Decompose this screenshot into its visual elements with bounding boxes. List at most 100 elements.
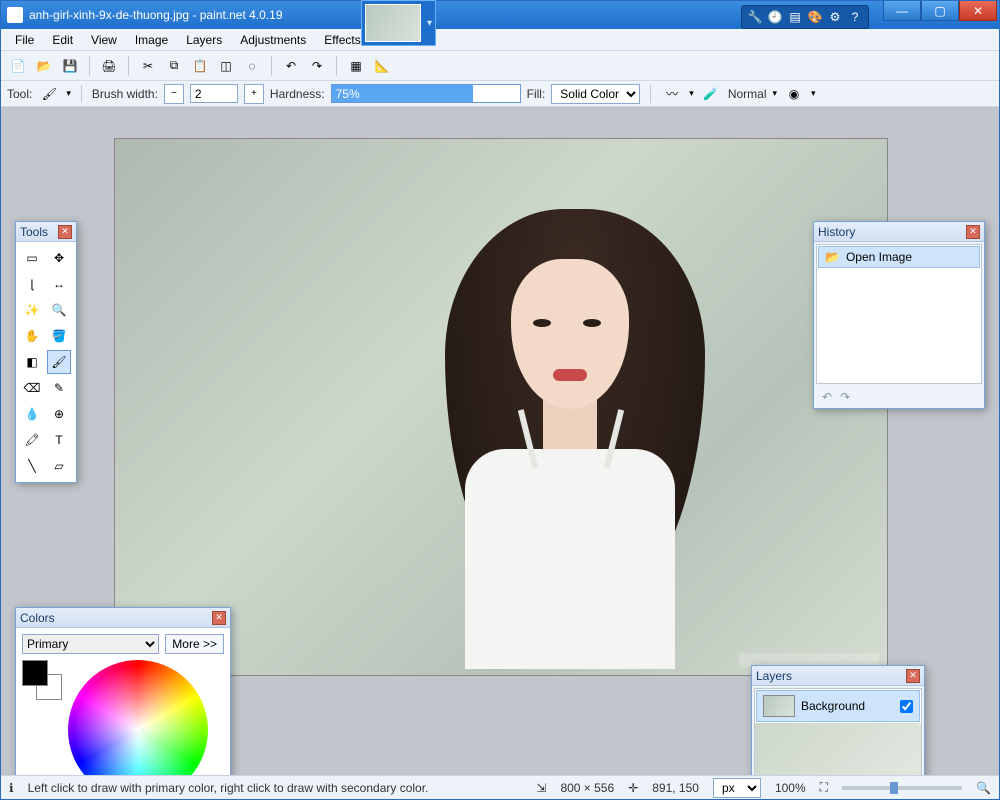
brush-width-increase[interactable]: + (244, 84, 264, 104)
tool-fill[interactable]: 🪣 (47, 324, 71, 348)
brush-width-input[interactable] (190, 84, 238, 103)
color-swatches[interactable] (22, 660, 62, 700)
hardness-label: Hardness: (270, 87, 325, 101)
app-icon (7, 7, 23, 23)
status-cursor: 891, 150 (652, 781, 699, 795)
copy-icon[interactable]: ⧉ (163, 55, 185, 77)
tool-rect-select[interactable]: ▭ (20, 246, 44, 270)
paste-icon[interactable]: 📋 (189, 55, 211, 77)
brush-width-label: Brush width: (92, 87, 158, 101)
tools-window-icon[interactable]: 🔧 (746, 8, 764, 26)
help-icon[interactable]: ? (846, 8, 864, 26)
cursor-icon: ✛ (628, 781, 638, 795)
canvas[interactable] (115, 139, 887, 675)
deselect-icon[interactable]: ◌ (241, 55, 263, 77)
zoom-slider[interactable] (842, 786, 962, 790)
hardness-slider[interactable]: 75% (331, 84, 521, 103)
units-select[interactable]: px (713, 778, 761, 798)
layer-visible-checkbox[interactable] (900, 700, 913, 713)
layers-window-icon[interactable]: ▤ (786, 8, 804, 26)
tool-move-selection[interactable]: ✥ (47, 246, 71, 270)
tool-dropdown-icon[interactable]: ▾ (66, 88, 71, 99)
color-mode-select[interactable]: Primary (22, 634, 159, 654)
layer-item[interactable]: Background (756, 690, 920, 722)
menu-layers[interactable]: Layers (178, 31, 230, 49)
settings-icon[interactable]: ⚙ (826, 8, 844, 26)
tools-panel-close[interactable]: ✕ (58, 225, 72, 239)
tool-current-icon[interactable]: 🖌 (38, 83, 60, 105)
minimize-button[interactable]: — (883, 1, 921, 21)
brush-width-decrease[interactable]: − (164, 84, 184, 104)
history-window-icon[interactable]: 🕘 (766, 8, 784, 26)
thumb-dropdown-icon[interactable]: ▾ (427, 18, 432, 29)
document-thumb[interactable] (365, 4, 421, 42)
fill-label: Fill: (527, 87, 546, 101)
tool-shapes[interactable]: ▱ (47, 454, 71, 478)
main-toolbar: 📄 📂 💾 🖨 ✂ ⧉ 📋 ◫ ◌ ↶ ↷ ▦ 📐 (1, 51, 999, 81)
colors-panel-title: Colors (20, 611, 208, 625)
history-panel-title: History (818, 225, 962, 239)
print-icon[interactable]: 🖨 (98, 55, 120, 77)
grid-icon[interactable]: ▦ (345, 55, 367, 77)
tool-move-pixels[interactable]: ↔ (47, 272, 71, 296)
blend-dropdown-icon[interactable]: ▾ (773, 88, 778, 99)
open-icon[interactable]: 📂 (33, 55, 55, 77)
tool-options-bar: Tool: 🖌 ▾ Brush width: − + Hardness: 75%… (1, 81, 999, 107)
blend-icon[interactable]: 🧪 (700, 83, 722, 105)
menu-adjustments[interactable]: Adjustments (232, 31, 314, 49)
primary-color-swatch[interactable] (22, 660, 48, 686)
menu-edit[interactable]: Edit (44, 31, 81, 49)
tool-pencil[interactable]: ✎ (47, 376, 71, 400)
tool-label: Tool: (7, 87, 32, 101)
menu-image[interactable]: Image (127, 31, 176, 49)
colors-panel: Colors ✕ Primary More >> ▪ 📁▾ (15, 607, 231, 775)
new-icon[interactable]: 📄 (7, 55, 29, 77)
undo-icon[interactable]: ↶ (280, 55, 302, 77)
tools-panel-title: Tools (20, 225, 54, 239)
layers-panel-close[interactable]: ✕ (906, 669, 920, 683)
ruler-icon[interactable]: 📐 (371, 55, 393, 77)
aa-dropdown-icon[interactable]: ▾ (689, 88, 694, 99)
colors-window-icon[interactable]: 🎨 (806, 8, 824, 26)
menu-file[interactable]: File (7, 31, 42, 49)
tool-eraser[interactable]: ⌫ (20, 376, 44, 400)
antialias-icon[interactable]: 〰 (661, 83, 683, 105)
tool-paintbrush[interactable]: 🖌 (47, 350, 71, 374)
tool-gradient[interactable]: ◧ (20, 350, 44, 374)
cut-icon[interactable]: ✂ (137, 55, 159, 77)
zoom-fit-icon[interactable]: ⛶ (820, 780, 828, 795)
tool-magic-wand[interactable]: ✨ (20, 298, 44, 322)
crop-icon[interactable]: ◫ (215, 55, 237, 77)
history-panel: History ✕ 📂 Open Image ↶ ↷ (813, 221, 985, 409)
blend-label: Normal (728, 87, 767, 101)
colors-panel-close[interactable]: ✕ (212, 611, 226, 625)
menu-view[interactable]: View (83, 31, 125, 49)
history-undo-icon[interactable]: ↶ (822, 390, 832, 404)
overwrite-icon[interactable]: ◉ (783, 83, 805, 105)
tool-pan[interactable]: ✋ (20, 324, 44, 348)
layers-panel: Layers ✕ Background ➕ ✖ ⧉ ⬇ ↑ ↓ 🪄 (751, 665, 925, 775)
overwrite-dropdown-icon[interactable]: ▾ (811, 88, 816, 99)
close-button[interactable]: ✕ (959, 1, 997, 21)
redo-icon[interactable]: ↷ (306, 55, 328, 77)
zoom-in-icon[interactable]: 🔍 (976, 781, 991, 795)
tool-zoom[interactable]: 🔍 (47, 298, 71, 322)
tool-color-picker[interactable]: 💧 (20, 402, 44, 426)
save-icon[interactable]: 💾 (59, 55, 81, 77)
history-item[interactable]: 📂 Open Image (818, 246, 980, 268)
maximize-button[interactable]: ▢ (921, 1, 959, 21)
tool-text[interactable]: T (47, 428, 71, 452)
tool-clone-stamp[interactable]: ⊕ (47, 402, 71, 426)
layers-panel-title: Layers (756, 669, 902, 683)
titlebar: anh-girl-xinh-9x-de-thuong.jpg - paint.n… (1, 1, 999, 29)
open-image-icon: 📂 (825, 250, 840, 264)
tool-line[interactable]: ╲ (20, 454, 44, 478)
document-thumbnails[interactable]: ▾ (361, 0, 436, 46)
tool-lasso[interactable]: ɭ (20, 272, 44, 296)
colors-more-button[interactable]: More >> (165, 634, 224, 654)
tool-recolor[interactable]: 🖍 (20, 428, 44, 452)
history-panel-close[interactable]: ✕ (966, 225, 980, 239)
history-redo-icon[interactable]: ↷ (840, 390, 850, 404)
fill-select[interactable]: Solid Color (551, 84, 640, 104)
color-wheel[interactable] (68, 660, 208, 775)
